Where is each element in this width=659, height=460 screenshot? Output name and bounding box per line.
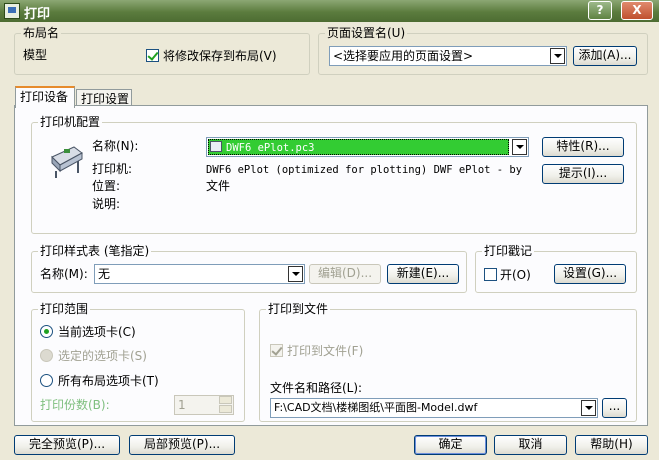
- location-value: 文件: [206, 179, 231, 193]
- plot-to-file-checkbox-label: 打印到文件(F): [287, 344, 364, 358]
- plotter-name-label: 名称(N):: [92, 139, 139, 153]
- full-preview-button[interactable]: 完全预览(P)...: [14, 435, 120, 455]
- page-setup-group: 页面设置名(U) <选择要应用的页面设置> 添加(A)...: [318, 26, 648, 75]
- radio-selected-tabs-label: 选定的选项卡(S): [58, 349, 147, 363]
- plotter-config-label: 打印机配置: [38, 115, 103, 129]
- page-setup-selected: <选择要应用的页面设置>: [333, 49, 474, 63]
- plotter-icon: [51, 146, 83, 178]
- copies-spinner[interactable]: 1: [174, 395, 234, 415]
- page-setup-group-label: 页面设置名(U): [325, 26, 408, 40]
- layout-name-value: 模型: [23, 48, 48, 62]
- plot-stamp-settings-button[interactable]: 设置(G)...: [554, 264, 626, 284]
- copies-value: 1: [178, 398, 186, 412]
- radio-selected-tabs[interactable]: [40, 349, 53, 362]
- what-to-plot-group: 打印范围 当前选项卡(C) 选定的选项卡(S) 所有布局选项卡(T) 打印份数(…: [31, 302, 245, 422]
- plot-to-file-checkbox[interactable]: [270, 344, 283, 357]
- title-bar[interactable]: 打印 ? X: [0, 0, 659, 22]
- save-changes-label: 将修改保存到布局(V): [163, 49, 277, 63]
- plot-style-table-group: 打印样式表 (笔指定) 名称(M): 无 编辑(D)... 新建(E)...: [31, 244, 467, 293]
- radio-all-layout-tabs-label: 所有布局选项卡(T): [58, 374, 159, 388]
- radio-current-tab-label: 当前选项卡(C): [58, 325, 136, 339]
- window-title: 打印: [24, 7, 51, 22]
- plotter-config-group: 打印机配置 名称(N): DWF6 ePlot.pc3 特性(R)... 打印机…: [31, 115, 637, 234]
- cancel-button[interactable]: 取消: [494, 435, 567, 455]
- chevron-down-icon[interactable]: [288, 266, 303, 282]
- layout-name-group-label: 布局名: [21, 26, 62, 40]
- partial-preview-button[interactable]: 局部预览(P)...: [129, 435, 235, 455]
- app-icon: [4, 3, 20, 19]
- plot-stamp-label: 打印戳记: [482, 244, 535, 258]
- spin-down-icon[interactable]: [219, 405, 232, 413]
- plotter-name-select[interactable]: DWF6 ePlot.pc3: [206, 137, 529, 157]
- what-to-plot-label: 打印范围: [38, 302, 91, 316]
- plot-stamp-on-label: 开(O): [500, 268, 531, 282]
- new-plot-style-button[interactable]: 新建(E)...: [387, 264, 459, 284]
- edit-plot-style-button[interactable]: 编辑(D)...: [309, 264, 381, 284]
- plot-style-select[interactable]: 无: [94, 264, 305, 284]
- chevron-down-icon[interactable]: [512, 139, 527, 155]
- help-title-button[interactable]: ?: [588, 1, 612, 20]
- description-label: 说明:: [92, 197, 121, 211]
- close-button[interactable]: X: [621, 1, 653, 20]
- plot-style-value: 无: [98, 267, 111, 281]
- tab-plot-device[interactable]: 打印设备: [15, 86, 75, 108]
- spin-up-icon[interactable]: [219, 396, 232, 404]
- plotter-value: DWF6 ePlot (optimized for plotting) DWF …: [206, 164, 523, 176]
- help-button[interactable]: 帮助(H): [575, 435, 648, 455]
- file-path-select[interactable]: F:\CAD文档\楼梯图纸\平面图-Model.dwf: [270, 398, 598, 418]
- tab-panel: 打印机配置 名称(N): DWF6 ePlot.pc3 特性(R)... 打印机…: [14, 105, 648, 426]
- plot-to-file-group: 打印到文件 打印到文件(F) 文件名和路径(L): F:\CAD文档\楼梯图纸\…: [259, 302, 637, 422]
- radio-current-tab[interactable]: [40, 325, 53, 338]
- chevron-down-icon[interactable]: [550, 48, 565, 64]
- add-page-setup-button[interactable]: 添加(A)...: [573, 46, 637, 66]
- location-label: 位置:: [92, 179, 121, 193]
- plot-dialog: 打印 ? X 布局名 模型 将修改保存到布局(V) 页面设置名(U) <选择要应…: [0, 0, 659, 460]
- plot-to-file-label: 打印到文件: [266, 302, 331, 316]
- chevron-down-icon[interactable]: [581, 400, 596, 416]
- plotter-hints-button[interactable]: 提示(I)...: [542, 164, 624, 184]
- browse-button[interactable]: ...: [602, 398, 627, 418]
- plot-style-table-label: 打印样式表 (笔指定): [38, 244, 152, 258]
- plotter-label: 打印机:: [92, 162, 133, 176]
- layout-name-group: 布局名 模型 将修改保存到布局(V): [14, 26, 310, 75]
- file-path-value: F:\CAD文档\楼梯图纸\平面图-Model.dwf: [274, 401, 478, 414]
- ok-button[interactable]: 确定: [414, 435, 487, 455]
- plotter-properties-button[interactable]: 特性(R)...: [542, 137, 624, 157]
- copies-label: 打印份数(B):: [40, 398, 110, 412]
- file-path-label: 文件名和路径(L):: [270, 381, 363, 395]
- plot-stamp-group: 打印戳记 开(O) 设置(G)...: [475, 244, 637, 293]
- radio-all-layout-tabs[interactable]: [40, 374, 53, 387]
- plot-style-name-label: 名称(M):: [40, 267, 88, 281]
- plot-stamp-on-checkbox[interactable]: [484, 268, 497, 281]
- save-changes-checkbox[interactable]: [146, 49, 159, 62]
- plotter-name-value: DWF6 ePlot.pc3: [226, 142, 315, 154]
- page-setup-select[interactable]: <选择要应用的页面设置>: [329, 46, 567, 66]
- plotter-small-icon: [210, 141, 222, 152]
